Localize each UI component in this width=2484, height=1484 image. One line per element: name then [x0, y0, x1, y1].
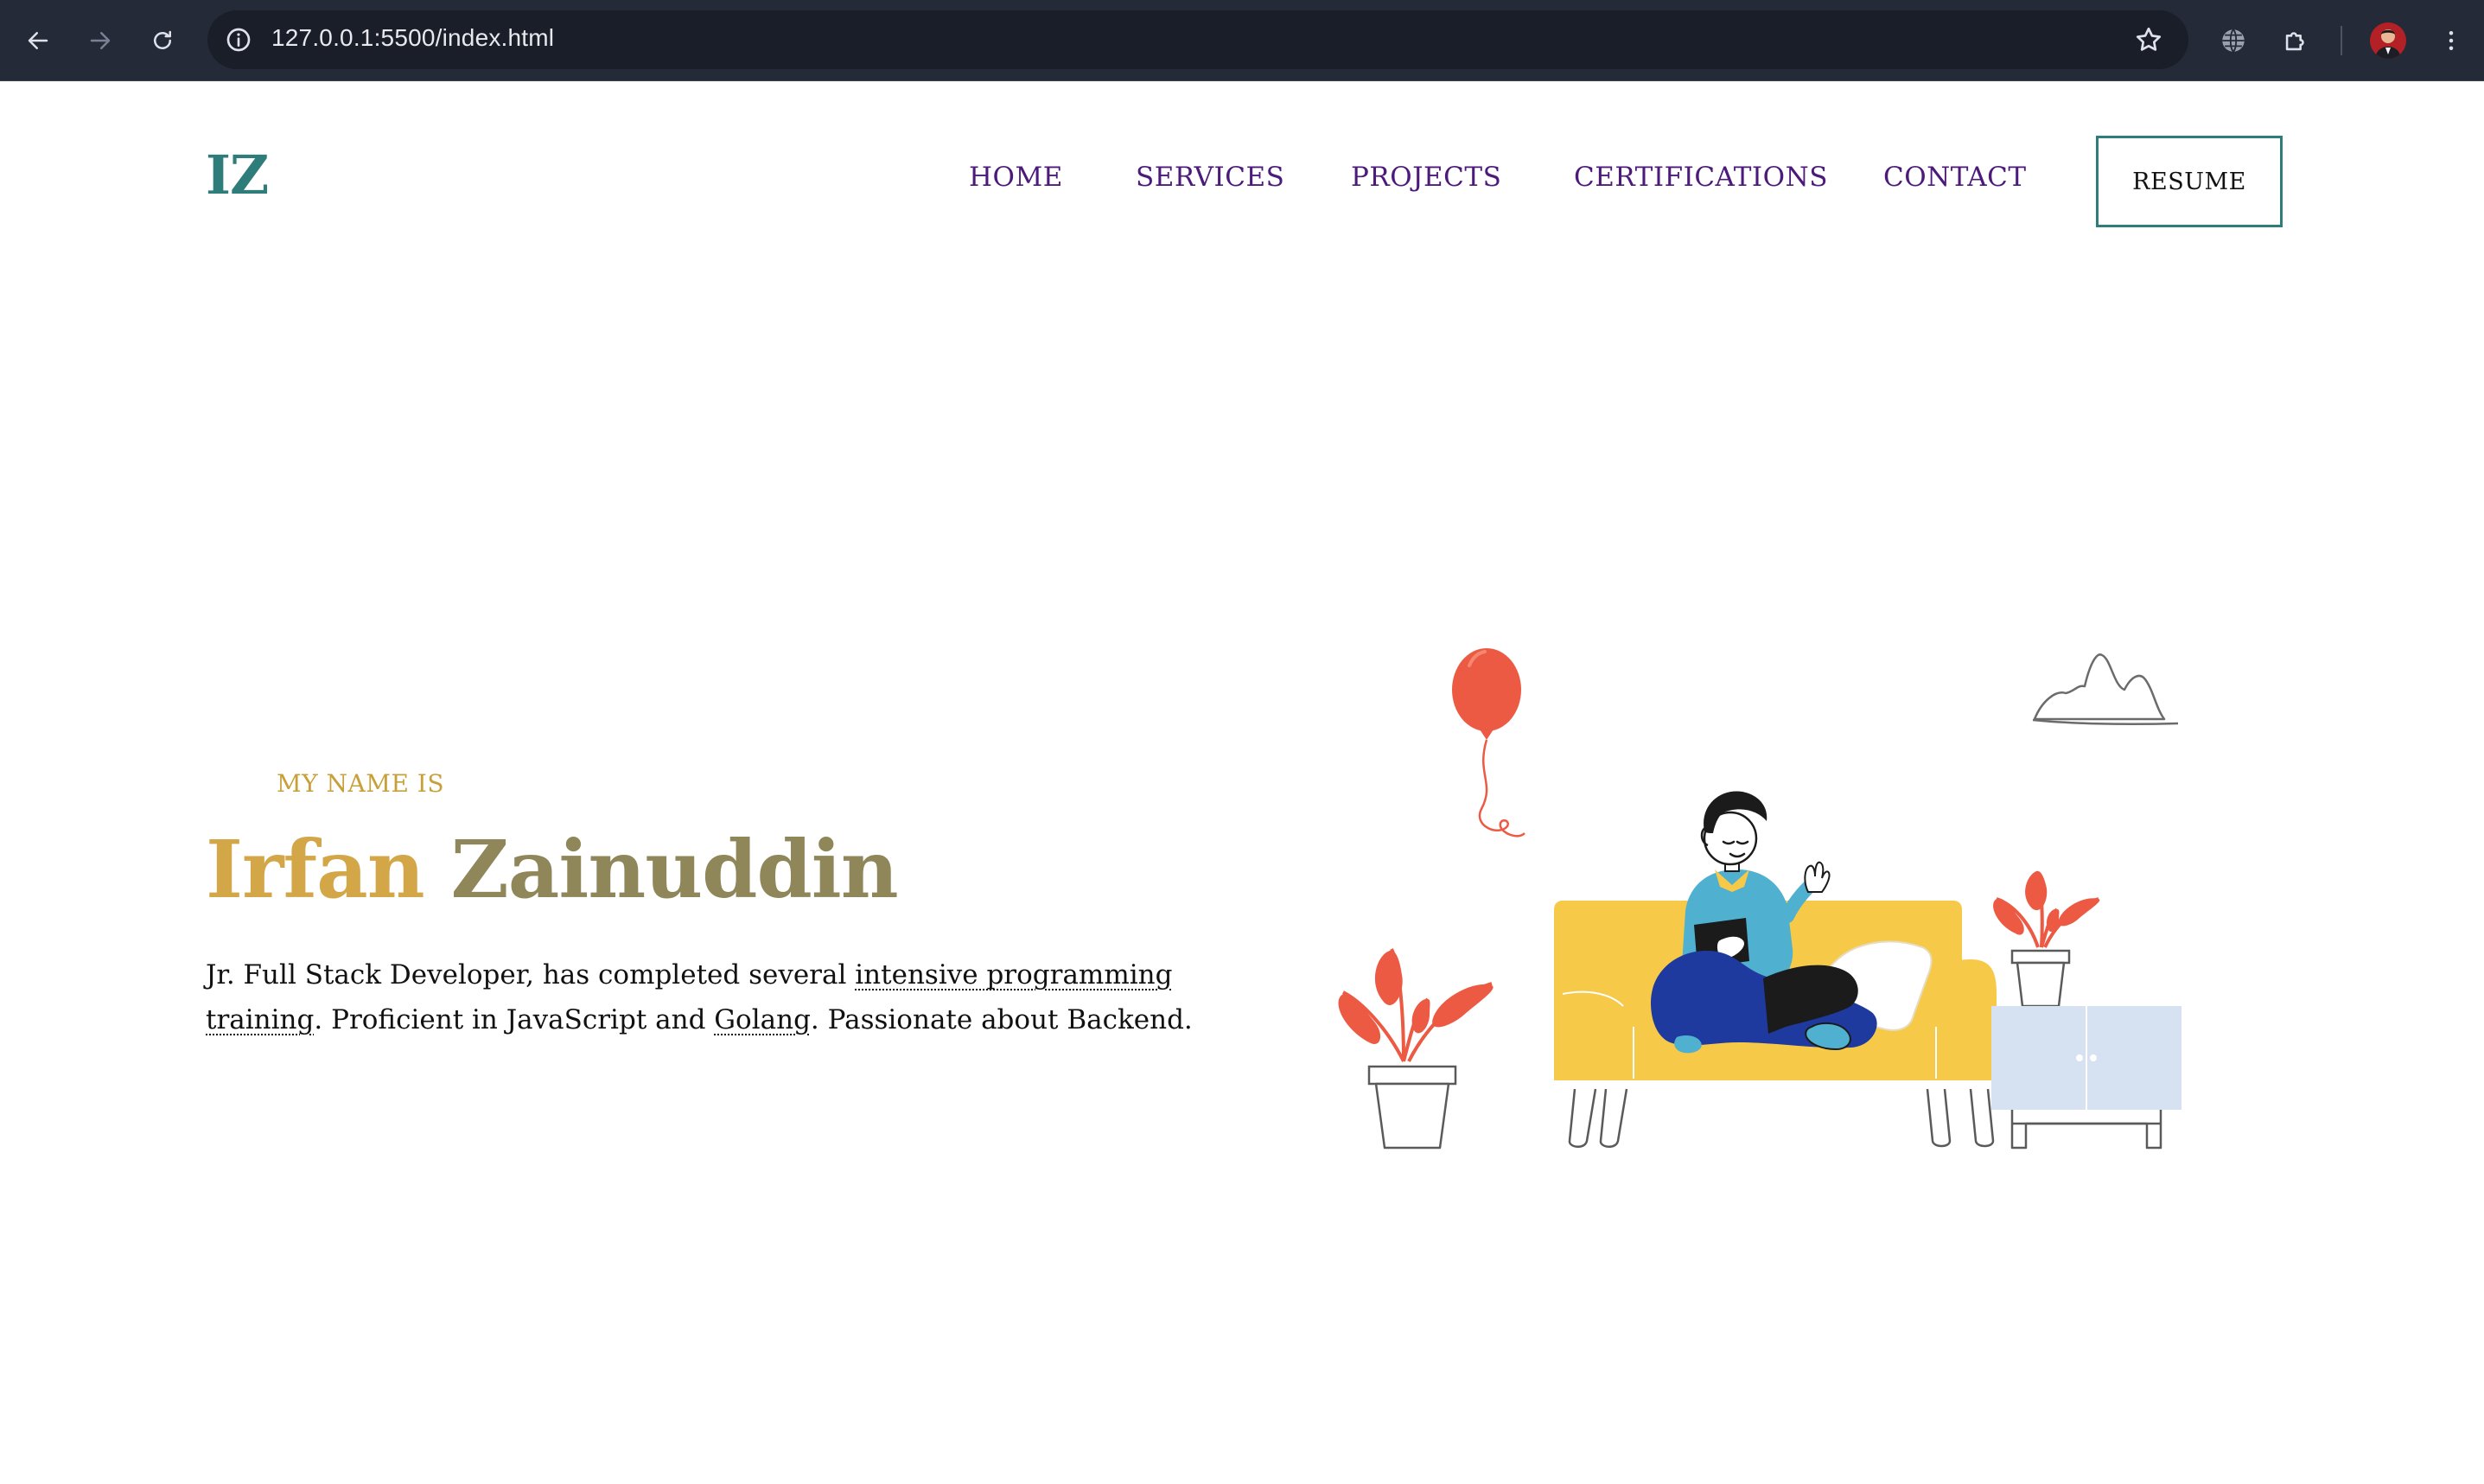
left-plant-icon — [1338, 948, 1494, 1150]
hero-illustration — [1338, 648, 2181, 1150]
bio-text-1: Jr. Full Stack Developer, has completed … — [206, 959, 856, 990]
reload-icon — [154, 30, 171, 49]
browser-menu-button[interactable] — [2430, 20, 2472, 61]
hero-eyebrow: MY NAME IS — [277, 769, 445, 798]
address-bar[interactable]: 127.0.0.1:5500/index.html — [207, 10, 2188, 69]
kebab-menu-icon — [2449, 31, 2454, 50]
hero-first-name: Irfan — [206, 823, 425, 916]
nav-services[interactable]: SERVICES — [1136, 164, 1284, 191]
site-logo[interactable]: IZ — [206, 149, 269, 202]
hero-last-name: Zainuddin — [450, 823, 899, 916]
globe-icon — [2222, 29, 2245, 53]
cabinet-icon — [1991, 1006, 2181, 1150]
bio-abbr-golang[interactable]: Golang — [714, 1004, 811, 1035]
hero-name: Irfan Zainuddin — [206, 828, 899, 912]
cloud-outline-icon — [2032, 653, 2179, 726]
arrow-right-icon — [90, 32, 111, 49]
back-button[interactable] — [17, 20, 59, 61]
site-info-button[interactable] — [220, 21, 258, 59]
nav-contact[interactable]: CONTACT — [1883, 164, 2027, 191]
nav-certifications[interactable]: CERTIFICATIONS — [1574, 164, 1828, 191]
bio-text-3: . Passionate about Backend. — [810, 1004, 1193, 1035]
right-plant-icon — [1993, 870, 2100, 1008]
reload-button[interactable] — [142, 20, 183, 61]
info-icon — [226, 28, 251, 52]
star-icon[interactable] — [2133, 24, 2164, 55]
nav-projects[interactable]: PROJECTS — [1351, 164, 1501, 191]
forward-button[interactable] — [80, 20, 121, 61]
resume-button[interactable]: RESUME — [2096, 136, 2283, 227]
extensions-button[interactable] — [2275, 20, 2316, 61]
browser-toolbar: 127.0.0.1:5500/index.html — [0, 0, 2484, 81]
bio-text-2: . Proficient in JavaScript and — [314, 1004, 715, 1035]
hero-bio: Jr. Full Stack Developer, has completed … — [206, 952, 1200, 1042]
toolbar-divider — [2341, 26, 2342, 55]
nav-home[interactable]: HOME — [969, 164, 1063, 191]
url-text[interactable]: 127.0.0.1:5500/index.html — [271, 24, 554, 52]
arrow-left-icon — [28, 32, 48, 49]
profile-avatar[interactable] — [2370, 22, 2406, 59]
translate-button[interactable] — [2213, 20, 2254, 61]
balloon-icon — [1452, 648, 1525, 838]
puzzle-icon — [2285, 32, 2304, 51]
